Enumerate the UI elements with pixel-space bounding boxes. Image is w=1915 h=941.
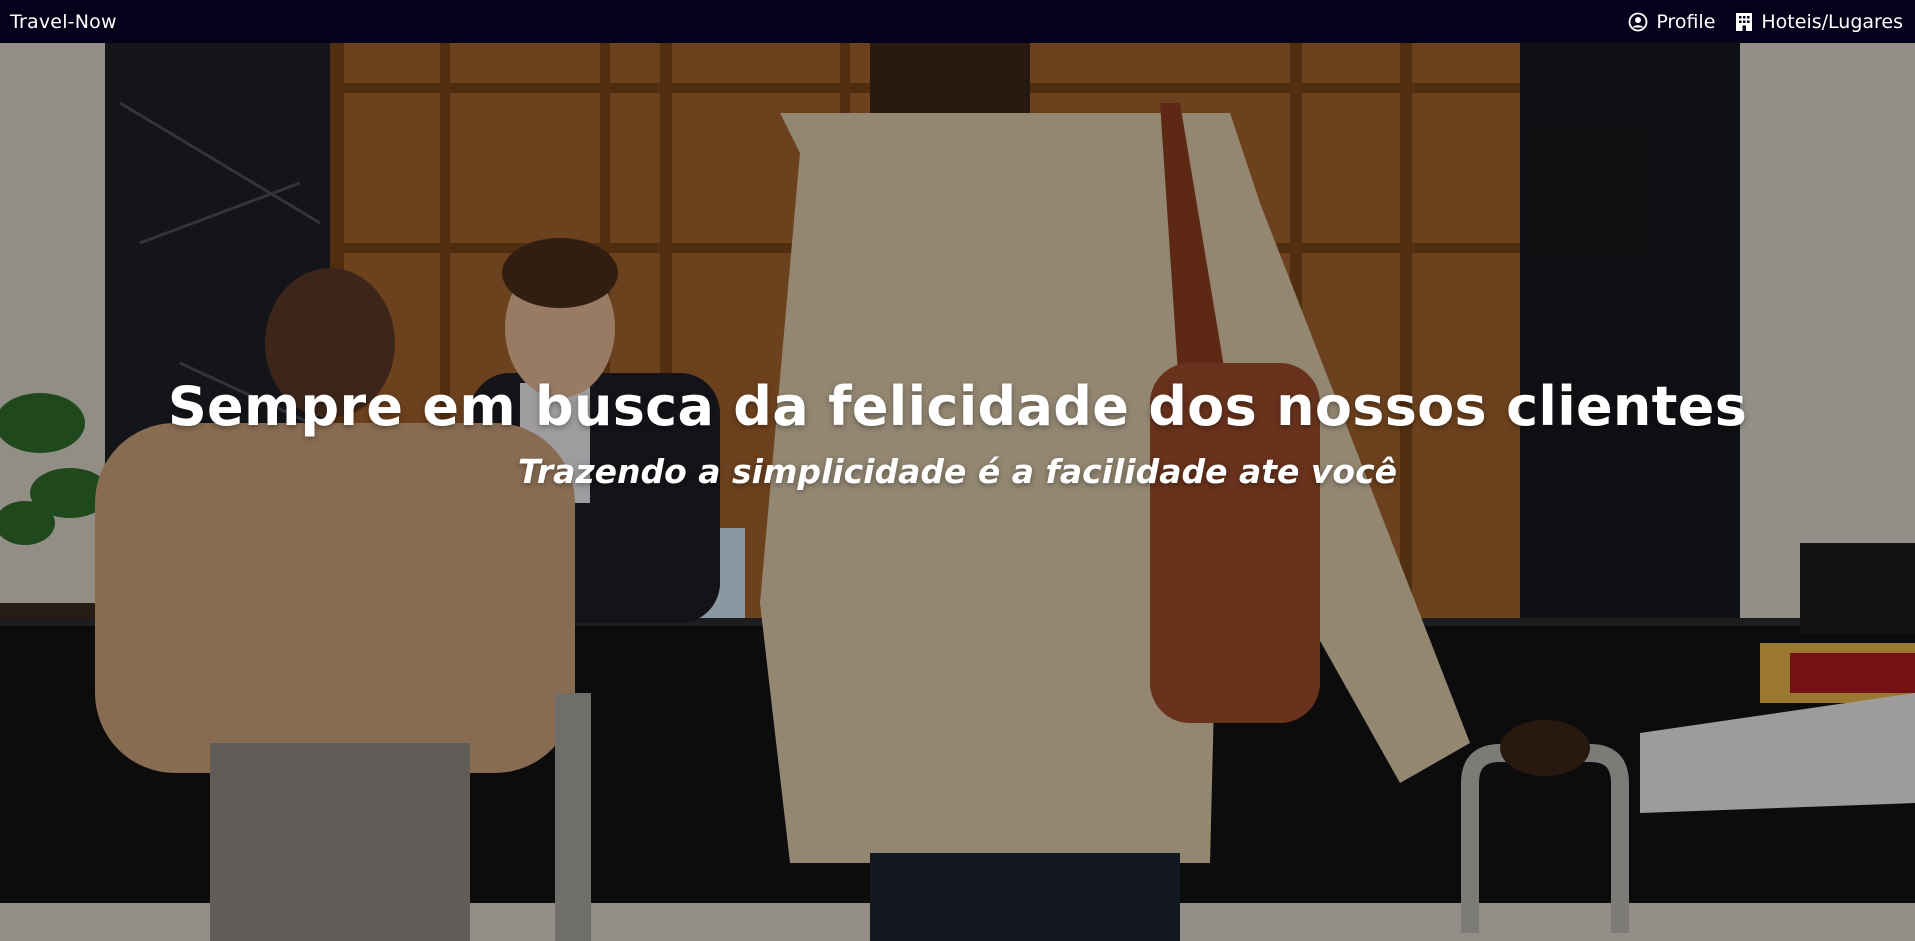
hero-dark-overlay <box>0 43 1915 941</box>
top-navbar: Travel-Now Profile Hoteis/Lugares <box>0 0 1915 43</box>
nav-link-hotels-label: Hoteis/Lugares <box>1761 10 1903 33</box>
nav-links: Profile Hoteis/Lugares <box>1628 11 1903 33</box>
hero-title: Sempre em busca da felicidade dos nossos… <box>167 375 1748 438</box>
nav-link-profile[interactable]: Profile <box>1628 11 1715 33</box>
nav-link-profile-label: Profile <box>1656 10 1716 33</box>
user-circle-icon <box>1628 12 1648 32</box>
nav-link-hotels[interactable]: Hoteis/Lugares <box>1735 11 1903 33</box>
brand-link[interactable]: Travel-Now <box>10 11 117 33</box>
building-icon <box>1735 12 1753 32</box>
hero-section: Sempre em busca da felicidade dos nossos… <box>0 43 1915 941</box>
hero-text-block: Sempre em busca da felicidade dos nossos… <box>0 375 1915 491</box>
hero-subtitle: Trazendo a simplicidade é a facilidade a… <box>517 452 1398 491</box>
